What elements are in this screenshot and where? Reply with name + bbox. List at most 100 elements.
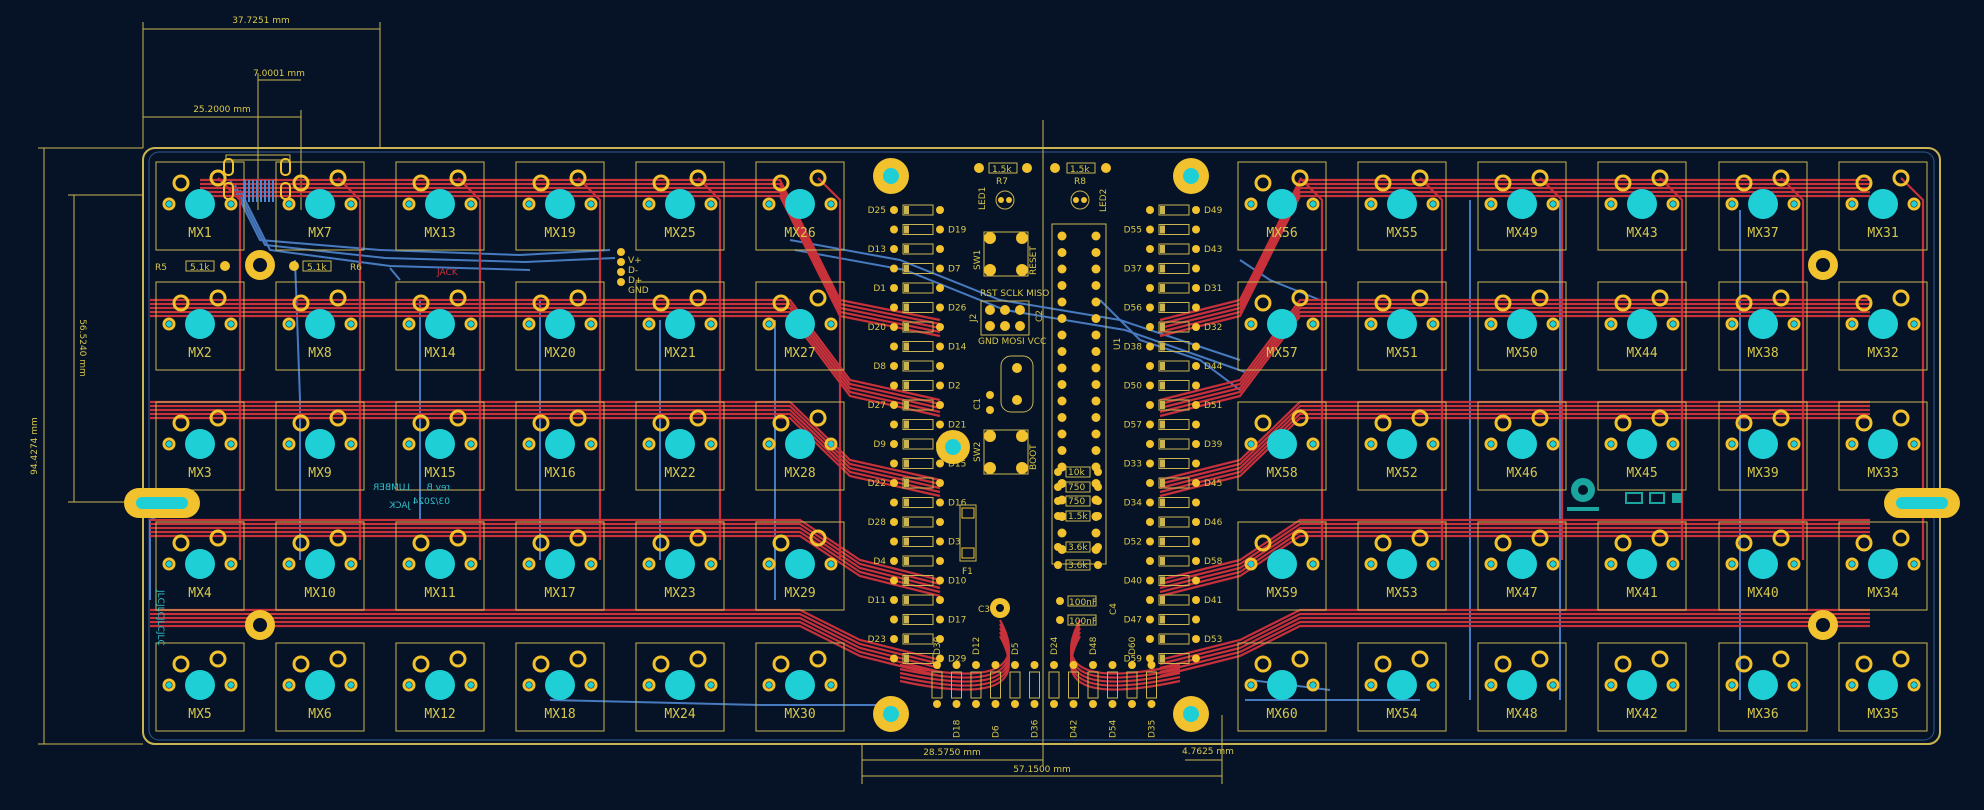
diode: D11: [868, 594, 944, 606]
lumber-label: LUMBER: [373, 483, 410, 493]
switch-left-r4c4: MX24: [635, 642, 725, 732]
switch-left-r4c5: MX30: [755, 642, 845, 732]
controller-area: 1.5k R7 1.5k R8 LED1 LED2 SW1 RESET RST …: [959, 162, 1123, 627]
diode: D24: [1048, 636, 1060, 708]
switch-label: MX31: [1867, 226, 1898, 241]
switch-label: MX55: [1386, 226, 1417, 241]
switch-label: MX13: [424, 226, 455, 241]
switch-left-r4c1: MX6: [275, 642, 365, 732]
switch-right-r0c5: MX31: [1838, 161, 1928, 251]
switch-label: MX43: [1626, 226, 1657, 241]
diode: D38: [1124, 341, 1200, 353]
switch-left-r1c2: MX14: [395, 281, 485, 371]
mcu-pin: [1091, 347, 1101, 356]
stabilizer-slot-left: [124, 488, 200, 518]
diode: D33: [1124, 458, 1200, 470]
resistor-value: 750: [1068, 483, 1085, 493]
switch-label: MX9: [308, 466, 331, 481]
switch-right-r2c4: MX39: [1718, 401, 1808, 491]
diode-ref: D46: [1204, 518, 1223, 528]
mcu-pin: [1091, 297, 1101, 307]
resistor-r7: 1.5k R7: [974, 162, 1032, 187]
diode: D50: [1124, 380, 1200, 392]
switch-label: MX29: [784, 586, 815, 601]
diode: D1: [873, 282, 944, 294]
logo-top: JACK: [436, 268, 459, 278]
switch-right-r4c3: MX42: [1597, 642, 1687, 732]
r6-ref: R6: [350, 263, 362, 273]
mcu-pin: [1091, 413, 1101, 422]
date-label: 03/2024: [412, 497, 450, 507]
diode: D44: [1146, 360, 1223, 372]
mcu-pin: [1057, 281, 1067, 290]
mounting-hole: [1173, 158, 1209, 194]
diode: D28: [868, 516, 944, 528]
resistor-value: 3.6k: [1068, 543, 1088, 553]
isp-header-j2: RST SCLK MISO GND MOSI VCC J2 C2: [969, 289, 1049, 347]
diode: D56: [1124, 302, 1200, 314]
switch-left-r2c3: MX16: [515, 401, 605, 491]
switch-right-r0c1: MX55: [1357, 161, 1447, 251]
mounting-hole: [1808, 610, 1838, 640]
switch-label: MX46: [1506, 466, 1537, 481]
diode: D19: [890, 224, 967, 236]
diode: D47: [1124, 614, 1200, 626]
diode-ref: D17: [948, 616, 966, 626]
diode-ref: D24: [1050, 636, 1060, 655]
diode: D55: [1124, 224, 1200, 236]
oshw-logo: [1567, 478, 1682, 511]
diode-footprints: D25D19D13D7D1D26D20D14D8D2D27D21D9D15D22…: [868, 204, 1223, 665]
switch-label: MX1: [188, 226, 211, 241]
resistor-value: 1.5k: [1068, 512, 1088, 522]
diode-ref: D42: [1070, 720, 1080, 738]
board-inner-edge: [148, 151, 1935, 741]
switch-label: MX7: [308, 226, 331, 241]
led1-ref: LED1: [978, 187, 988, 210]
switch-label: MX50: [1506, 346, 1537, 361]
diode-ref: D19: [948, 226, 967, 236]
sw2-ref: SW2: [973, 442, 983, 462]
switch-label: MX26: [784, 226, 815, 241]
switch-label: MX11: [424, 586, 455, 601]
diode-ref: D18: [953, 719, 963, 738]
diode-ref: D30: [933, 636, 943, 655]
switch-left-r2c0: MX3: [155, 401, 245, 491]
c2-ref: C2: [1035, 310, 1045, 322]
switch-left-r0c3: MX19: [515, 161, 605, 251]
diode-ref: D4: [873, 557, 886, 567]
mcu-pin: [1091, 281, 1101, 290]
usb-pin-gnd: GND: [628, 286, 649, 296]
r8-value: 1.5k: [1070, 165, 1090, 175]
switch-label: MX14: [424, 346, 455, 361]
switch-right-r1c5: MX32: [1838, 281, 1928, 371]
switch-right-r2c5: MX33: [1838, 401, 1928, 491]
switch-right-r1c2: MX50: [1477, 281, 1567, 371]
diode-ref: D58: [1204, 557, 1223, 567]
switch-label: MX51: [1386, 346, 1417, 361]
mcu-pin: [1057, 347, 1067, 356]
diode-ref: D36: [1031, 719, 1041, 738]
switch-label: MX48: [1506, 707, 1537, 722]
switch-label: MX3: [188, 466, 211, 481]
dim-left-inner: 56.5240 mm: [77, 319, 87, 377]
switch-label: MX33: [1867, 466, 1898, 481]
switch-left-r2c2: MX15: [395, 401, 485, 491]
trace: [1419, 177, 1444, 560]
diode-ref: D20: [868, 323, 887, 333]
diode-ref: D8: [873, 362, 886, 372]
capacitor-c3: C3: [978, 598, 1010, 618]
switch-label: MX38: [1747, 346, 1778, 361]
mounting-hole: [1808, 250, 1838, 280]
diode-ref: D53: [1204, 635, 1222, 645]
diode-ref: D25: [868, 206, 886, 216]
mcu-pin: [1057, 248, 1067, 257]
switch-label: MX34: [1867, 586, 1898, 601]
capacitors-100nf: 100nF 100nF C4: [1056, 595, 1119, 627]
diode: D37: [1124, 263, 1200, 275]
switch-label: MX21: [664, 346, 695, 361]
diode-ref: D40: [1124, 577, 1143, 587]
switch-left-r2c1: MX9: [275, 401, 365, 491]
diode: D46: [1146, 516, 1223, 528]
switch-sw2-boot: SW2 BOOT: [973, 429, 1039, 475]
mcu-pin: [1091, 528, 1101, 538]
